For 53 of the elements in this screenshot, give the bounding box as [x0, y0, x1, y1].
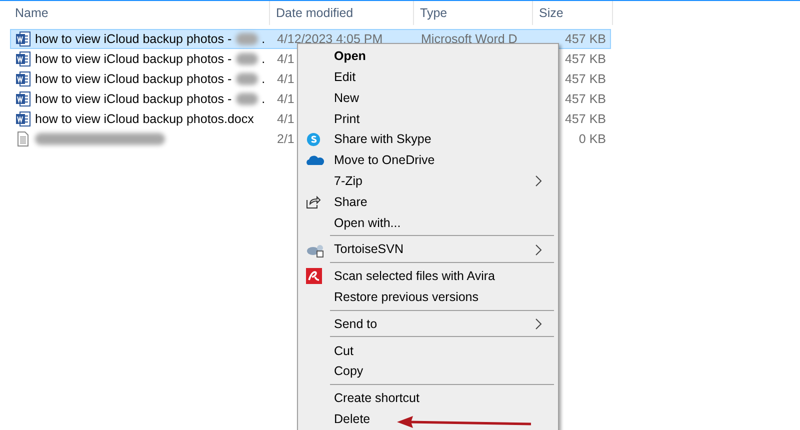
size-text: 457 KB — [564, 112, 606, 126]
skype-icon — [306, 132, 321, 148]
menu-item[interactable]: Restore previous versions — [300, 286, 556, 308]
menu-item[interactable]: Delete — [300, 408, 556, 430]
file-name-end: . — [262, 30, 266, 48]
cloud-icon — [306, 154, 324, 166]
column-header[interactable]: Size — [539, 4, 564, 22]
avira-icon — [306, 268, 322, 284]
menu-item[interactable]: Send to — [300, 314, 556, 334]
file-name[interactable]: how to view iCloud backup photos.docx — [35, 110, 254, 128]
date-text: 2/1 — [277, 132, 294, 146]
menu-item[interactable]: Share with Skype — [300, 129, 556, 150]
file-name[interactable]: how to view iCloud backup photos - — [35, 70, 232, 88]
document-icon — [15, 31, 31, 47]
file-name-end: . — [262, 50, 266, 68]
size-text: 457 KB — [564, 92, 606, 106]
menu-item[interactable]: Create shortcut — [300, 388, 556, 409]
document-icon — [15, 71, 31, 87]
column-header[interactable]: Date modified — [276, 4, 354, 22]
type-text: Microsoft Word D — [421, 32, 518, 46]
menu-item[interactable]: TortoiseSVN — [300, 239, 556, 260]
text-file-icon — [15, 131, 31, 147]
size-text: 457 KB — [564, 32, 606, 46]
file-name[interactable]: how to view iCloud backup photos - — [35, 90, 232, 108]
date-text: 4/12/2023 4:05 PM — [277, 32, 383, 46]
column-header[interactable]: Type — [420, 4, 448, 22]
menu-item[interactable]: Scan selected files with Avira — [300, 266, 556, 287]
menu-item[interactable]: Print — [300, 108, 556, 130]
size-text: 0 KB — [578, 132, 606, 146]
menu-item[interactable]: Open — [300, 46, 556, 67]
menu-item[interactable]: Cut — [300, 340, 556, 362]
document-icon — [15, 91, 31, 107]
file-name-end: . — [262, 70, 266, 88]
menu-item[interactable]: New — [300, 88, 556, 108]
date-text: 4/1 — [277, 92, 294, 106]
menu-item[interactable]: Share — [300, 192, 556, 212]
file-name-end: . — [262, 90, 266, 108]
file-name[interactable]: how to view iCloud backup photos - — [35, 50, 232, 68]
size-text: 457 KB — [564, 52, 606, 66]
share-icon — [306, 194, 321, 209]
menu-item[interactable]: Copy — [300, 361, 556, 382]
date-text: 4/1 — [277, 72, 294, 86]
document-icon — [15, 111, 31, 127]
size-text: 457 KB — [564, 72, 606, 86]
menu-item[interactable]: 7-Zip — [300, 170, 556, 192]
file-name[interactable]: how to view iCloud backup photos - — [35, 30, 232, 48]
date-text: 4/1 — [277, 112, 294, 126]
menu-item[interactable]: Move to OneDrive — [300, 150, 556, 171]
menu-item[interactable]: Edit — [300, 66, 556, 88]
date-text: 4/1 — [277, 52, 294, 66]
column-header[interactable]: Name — [15, 4, 48, 22]
document-icon — [15, 51, 31, 67]
menu-item[interactable]: Open with... — [300, 212, 556, 234]
